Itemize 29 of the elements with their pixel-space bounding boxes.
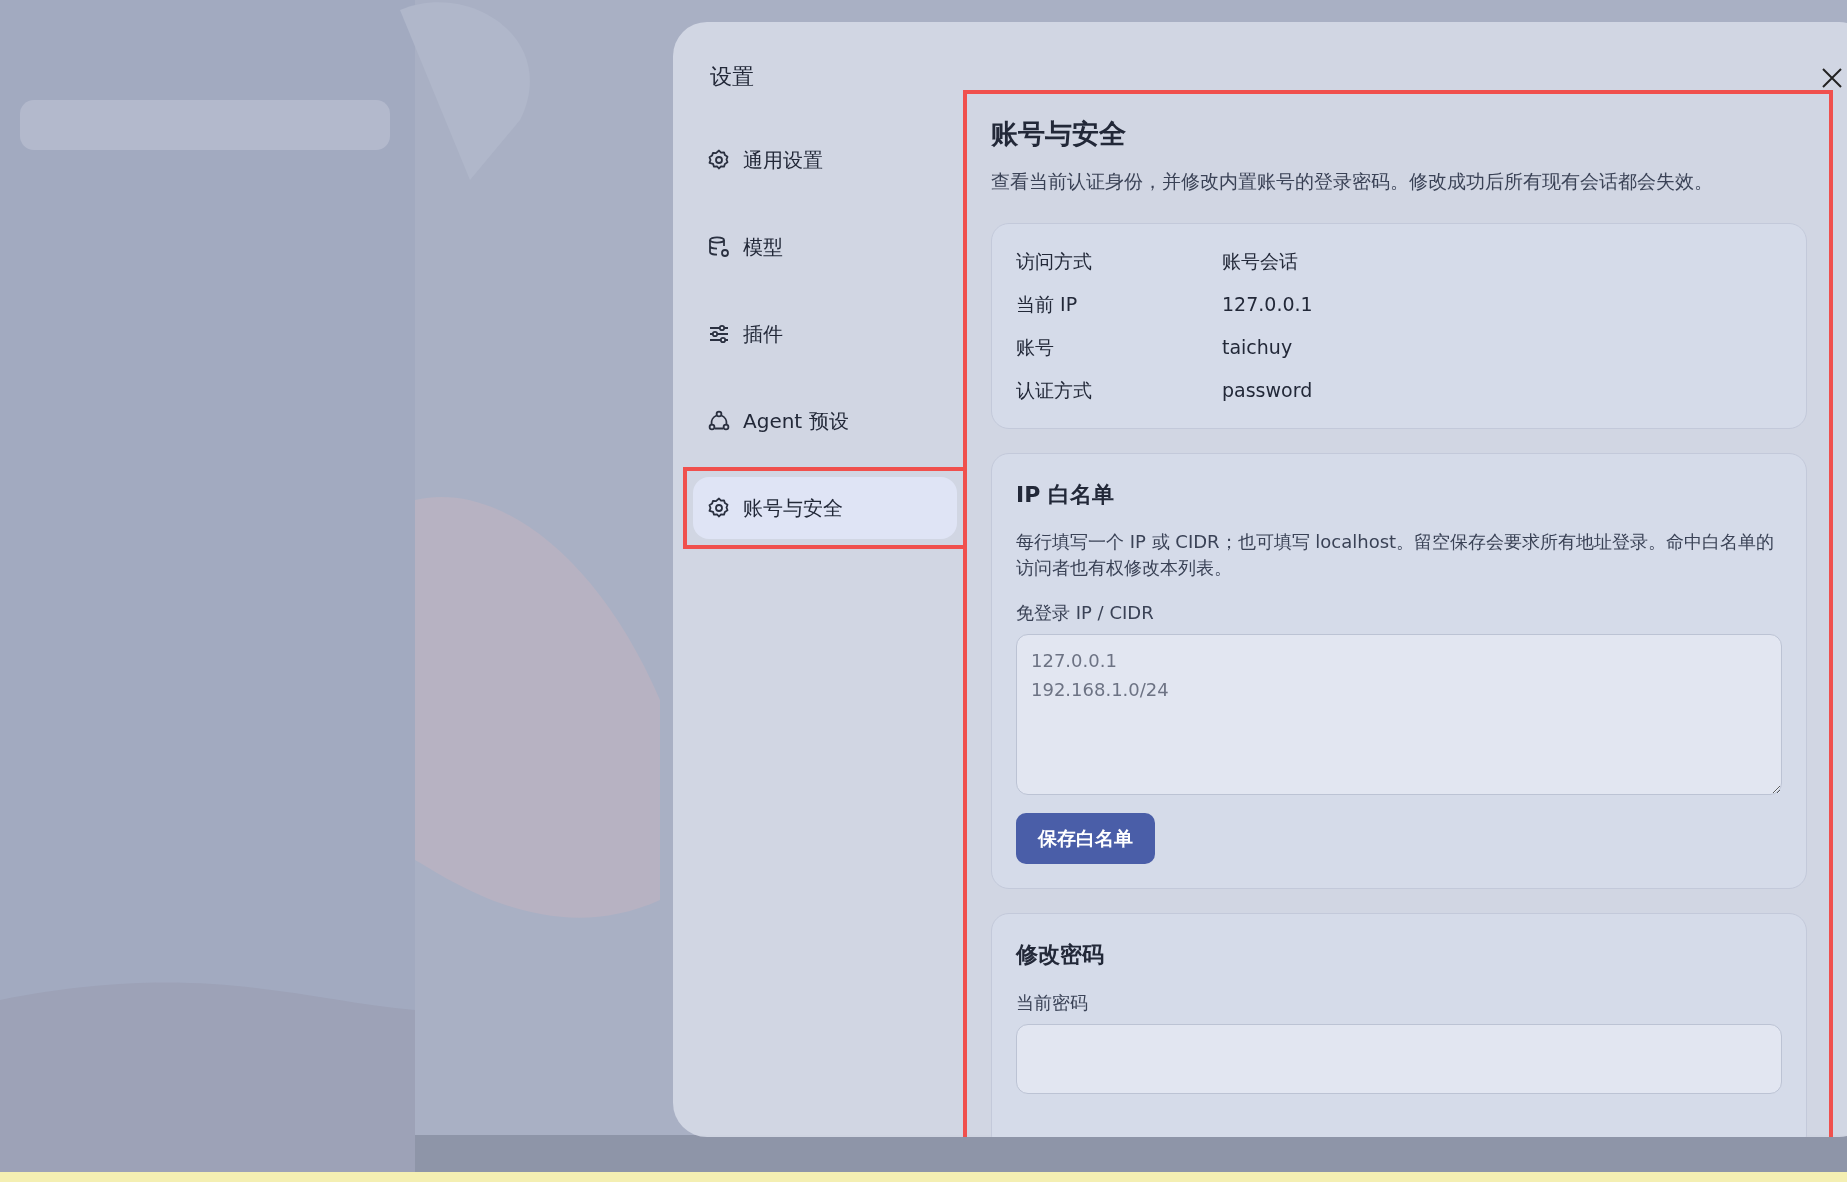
dialog-title: 设置 — [710, 63, 755, 91]
card-title: IP 白名单 — [1016, 481, 1115, 509]
sliders-icon — [707, 322, 731, 346]
nav-item[interactable]: 通用设置 — [693, 129, 957, 191]
info-value: taichuy — [1222, 335, 1293, 361]
info-value: 账号会话 — [1222, 249, 1298, 275]
field-label: 免登录 IP / CIDR — [1016, 601, 1155, 626]
info-label: 访问方式 — [1016, 249, 1093, 275]
nav-item[interactable]: 账号与安全 — [693, 477, 957, 539]
nav-item[interactable]: Agent 预设 — [693, 390, 957, 452]
info-value: 127.0.0.1 — [1222, 292, 1313, 318]
nodes-icon — [707, 409, 731, 433]
password-field[interactable] — [1016, 1023, 1782, 1094]
info-value: password — [1222, 378, 1313, 404]
card-title: 修改密码 — [1016, 940, 1105, 969]
whitelist-field[interactable]: 127.0.0.1 192.168.1.0/24 — [1016, 634, 1782, 796]
info-label: 认证方式 — [1016, 378, 1093, 404]
save-button[interactable]: 保存白名单 — [1016, 813, 1155, 864]
nav-item[interactable]: 插件 — [693, 303, 957, 365]
database-icon — [707, 235, 731, 259]
info-label: 当前 IP — [1016, 292, 1079, 318]
field-label: 当前密码 — [1016, 990, 1089, 1015]
section-title: 账号与安全 — [991, 117, 1127, 151]
gear-icon — [707, 148, 731, 172]
info-label: 账号 — [1016, 335, 1055, 361]
section-description: 查看当前认证身份，并修改内置账号的登录密码。修改成功后所有现有会话都会失效。 — [991, 168, 1714, 194]
card-description: 每行填写一个 IP 或 CIDR；也可填写 localhost。留空保存会要求所有地址登录。命中白名单的访问者也有权修改本列表。 — [1016, 530, 1776, 581]
gear-icon — [707, 496, 731, 520]
nav-item[interactable]: 模型 — [693, 216, 957, 278]
